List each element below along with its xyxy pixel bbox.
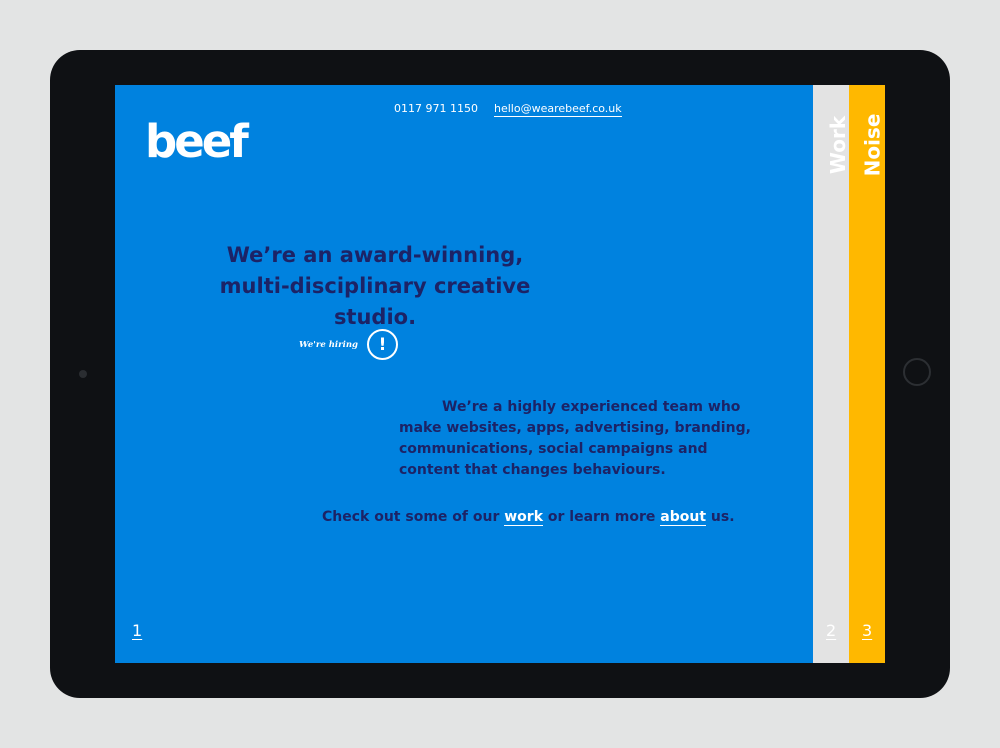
main-panel: 0117 971 1150 hello@wearebeef.co.uk beef… [115, 85, 813, 663]
headline-line-1: We’re an award-winning, [226, 243, 524, 267]
screen: 0117 971 1150 hello@wearebeef.co.uk beef… [115, 85, 885, 663]
page-number-3[interactable]: 3 [862, 621, 872, 640]
beef-logo[interactable]: beef [145, 113, 252, 168]
camera-dot [79, 370, 87, 378]
logo-text: beef [145, 115, 249, 163]
cta-suffix: us. [710, 509, 735, 525]
work-panel[interactable]: Work 2 [813, 85, 850, 663]
noise-panel[interactable]: Noise 3 [849, 85, 885, 663]
hiring-link[interactable]: We're hiring ! [299, 329, 398, 360]
cta-sentence: Check out some of our work or learn more… [322, 509, 735, 526]
studio-description: We’re a highly experienced team who make… [399, 399, 751, 478]
phone-number[interactable]: 0117 971 1150 [394, 102, 478, 117]
contact-bar: 0117 971 1150 hello@wearebeef.co.uk [394, 102, 622, 117]
email-link[interactable]: hello@wearebeef.co.uk [493, 102, 622, 117]
work-link[interactable]: work [504, 509, 544, 526]
cta-middle: or learn more [547, 509, 656, 525]
home-button[interactable] [903, 358, 931, 386]
exclamation-icon[interactable]: ! [366, 329, 398, 360]
page-number-1[interactable]: 1 [132, 621, 142, 640]
cta-prefix: Check out some of our [322, 509, 500, 525]
page-headline: We’re an award-winning, multi-disciplina… [175, 240, 575, 333]
headline-line-2: multi-disciplinary creative studio. [219, 274, 531, 329]
work-tab-label[interactable]: Work [826, 116, 850, 174]
hiring-label: We're hiring [299, 339, 358, 350]
page-number-2[interactable]: 2 [826, 621, 836, 640]
about-link[interactable]: about [660, 509, 707, 526]
beef-logo-mark: beef [145, 115, 252, 168]
noise-tab-label[interactable]: Noise [860, 114, 884, 177]
